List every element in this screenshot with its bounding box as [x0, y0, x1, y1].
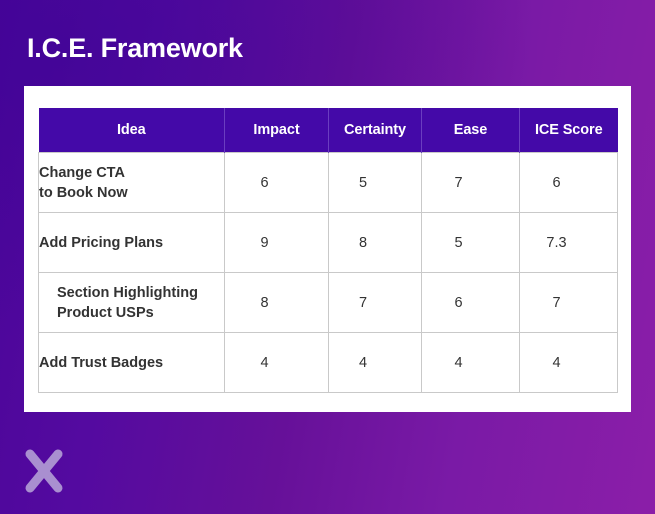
- cell-impact-value: 4: [260, 354, 269, 371]
- table-body: Change CTA to Book Now 6 5 7 6 Add Prici…: [38, 152, 618, 393]
- cell-certainty-value: 7: [358, 294, 368, 311]
- cell-ice-score-value: 7.3: [546, 234, 567, 251]
- cell-impact: 9: [224, 212, 329, 273]
- cell-ice-score: 7: [519, 272, 618, 333]
- slide-canvas: I.C.E. Framework Idea Impact Certainty E…: [0, 0, 655, 514]
- cell-impact: 4: [224, 332, 329, 393]
- idea-line-1: Section Highlighting: [57, 284, 198, 301]
- cell-ease-value: 7: [454, 174, 463, 191]
- table-row: Add Pricing Plans 9 8 5 7.3: [38, 212, 618, 273]
- idea-line-1: Add Trust Badges: [39, 354, 164, 371]
- cell-certainty: 4: [328, 332, 422, 393]
- cell-impact-value: 6: [260, 174, 269, 191]
- cell-certainty-value: 8: [358, 234, 368, 251]
- table-card: Idea Impact Certainty Ease ICE Score Cha…: [24, 86, 631, 412]
- ice-framework-table: Idea Impact Certainty Ease ICE Score Cha…: [38, 108, 618, 393]
- cell-impact-value: 8: [260, 294, 269, 311]
- cell-certainty-value: 5: [358, 174, 368, 191]
- cell-idea: Add Trust Badges: [38, 332, 225, 393]
- column-header-certainty: Certainty: [328, 108, 422, 153]
- idea-line-1: Add Pricing Plans: [39, 234, 164, 251]
- cell-certainty: 5: [328, 152, 422, 213]
- cell-ease-value: 5: [454, 234, 463, 251]
- x-mark-logo-icon: [25, 449, 63, 493]
- cell-ice-score: 6: [519, 152, 618, 213]
- cell-impact-value: 9: [260, 234, 269, 251]
- column-header-idea: Idea: [38, 108, 225, 153]
- cell-idea: Add Pricing Plans: [38, 212, 225, 273]
- cell-impact: 8: [224, 272, 329, 333]
- table-row: Add Trust Badges 4 4 4 4: [38, 332, 618, 393]
- cell-ice-score: 4: [519, 332, 618, 393]
- cell-certainty: 7: [328, 272, 422, 333]
- cell-ease: 6: [421, 272, 520, 333]
- cell-ease: 4: [421, 332, 520, 393]
- cell-ease-value: 6: [454, 294, 463, 311]
- table-header-row: Idea Impact Certainty Ease ICE Score: [38, 108, 618, 153]
- column-header-impact: Impact: [224, 108, 329, 153]
- cell-ice-score: 7.3: [519, 212, 618, 273]
- table-row: Change CTA to Book Now 6 5 7 6: [38, 152, 618, 213]
- cell-ice-score-value: 4: [552, 354, 561, 371]
- cell-idea: Section Highlighting Product USPs: [38, 272, 225, 333]
- cell-impact: 6: [224, 152, 329, 213]
- cell-certainty-value: 4: [358, 354, 368, 371]
- column-header-ice-score: ICE Score: [519, 108, 618, 153]
- column-header-ease: Ease: [421, 108, 520, 153]
- idea-line-2: to Book Now: [39, 184, 128, 201]
- idea-line-2: Product USPs: [57, 304, 154, 321]
- cell-ease: 5: [421, 212, 520, 273]
- cell-certainty: 8: [328, 212, 422, 273]
- table-row: Section Highlighting Product USPs 8 7 6 …: [38, 272, 618, 333]
- table-header: Idea Impact Certainty Ease ICE Score: [38, 108, 618, 153]
- cell-idea: Change CTA to Book Now: [38, 152, 225, 213]
- page-title: I.C.E. Framework: [27, 33, 243, 63]
- cell-ease-value: 4: [454, 354, 463, 371]
- cell-ease: 7: [421, 152, 520, 213]
- cell-ice-score-value: 6: [552, 174, 561, 191]
- cell-ice-score-value: 7: [552, 294, 561, 311]
- idea-line-1: Change CTA: [39, 164, 125, 181]
